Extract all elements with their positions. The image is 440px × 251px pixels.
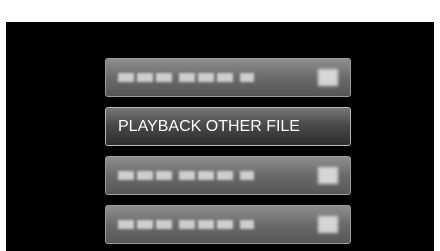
blurred-text-segment bbox=[198, 220, 214, 229]
blurred-text-segment bbox=[217, 171, 233, 180]
blurred-text-segment bbox=[118, 73, 134, 82]
blurred-text-segment bbox=[217, 73, 233, 82]
blurred-text-segment bbox=[179, 220, 195, 229]
blurred-text-segment bbox=[179, 73, 195, 82]
blurred-text-segment bbox=[137, 171, 153, 180]
blurred-text-segment bbox=[198, 73, 214, 82]
blurred-text-segment bbox=[240, 171, 254, 180]
blurred-text-segment bbox=[137, 220, 153, 229]
blurred-text-segment bbox=[137, 73, 153, 82]
blurred-text-segment bbox=[118, 171, 134, 180]
menu-item-1[interactable] bbox=[105, 58, 351, 97]
blurred-text-segment bbox=[240, 73, 254, 82]
blurred-icon bbox=[318, 167, 338, 184]
blurred-text-segment bbox=[156, 73, 172, 82]
blurred-icon bbox=[318, 216, 338, 233]
blurred-text-segment bbox=[156, 171, 172, 180]
blurred-text-segment bbox=[156, 220, 172, 229]
playback-other-file-label: PLAYBACK OTHER FILE bbox=[118, 118, 300, 135]
blurred-icon bbox=[318, 69, 338, 86]
blurred-text-segment bbox=[118, 220, 134, 229]
blurred-text-segment bbox=[179, 171, 195, 180]
blurred-text-segment bbox=[217, 220, 233, 229]
menu-item-4[interactable] bbox=[105, 205, 351, 244]
playback-other-file-button[interactable]: PLAYBACK OTHER FILE bbox=[105, 107, 351, 146]
blurred-text-segment bbox=[240, 220, 254, 229]
camera-menu-screen: PLAYBACK OTHER FILE bbox=[6, 22, 434, 251]
blurred-text-segment bbox=[198, 171, 214, 180]
menu-item-3[interactable] bbox=[105, 156, 351, 195]
